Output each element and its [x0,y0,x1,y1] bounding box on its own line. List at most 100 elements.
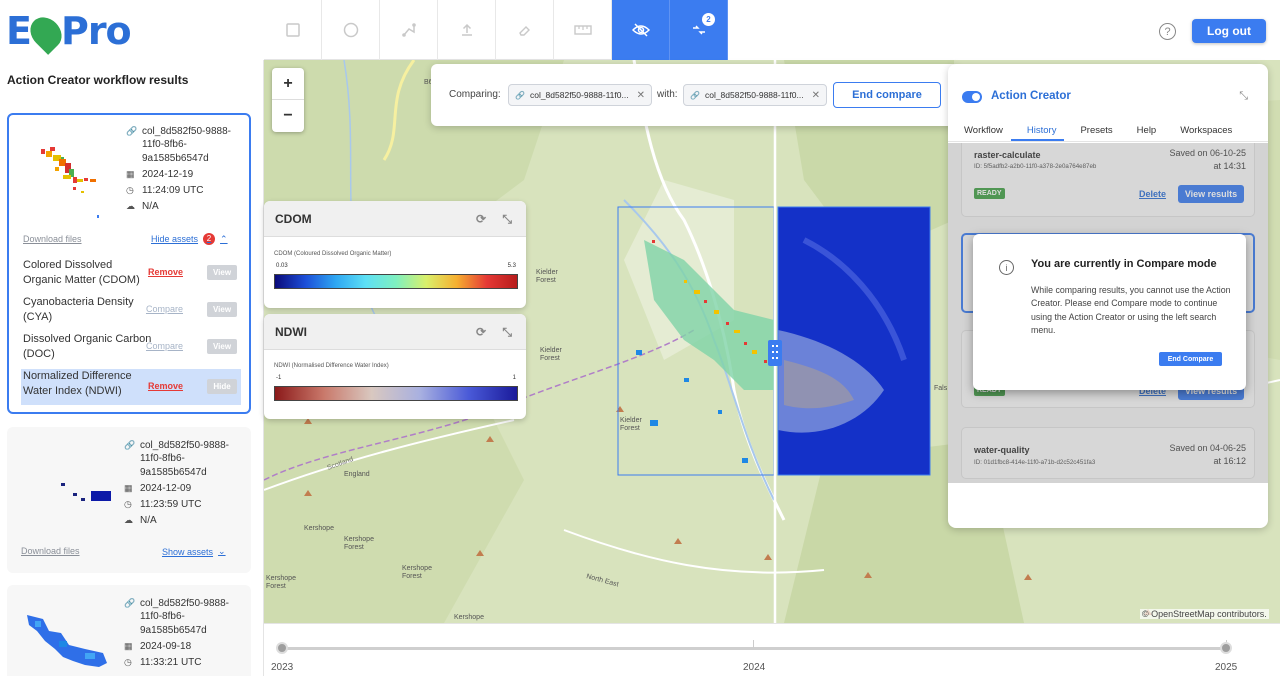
logo-letter-e: E [6,9,32,53]
chevron-down-icon: ⌄ [218,546,226,556]
end-compare-button[interactable]: End compare [833,82,941,108]
legend-header: CDOM ⟳ ⤡ [264,201,526,237]
result-metadata: 🔗 col_8d582f50-9888- 11f0-8fb6- 9a1585b6… [124,597,229,672]
draw-polyline-tool[interactable] [380,0,438,60]
download-files-link[interactable]: Download files [23,234,82,244]
result-card[interactable]: 🔗 col_8d582f50-9888- 11f0-8fb6- 9a1585b6… [7,113,251,414]
result-metadata: 🔗 col_8d582f50-9888- 11f0-8fb6- 9a1585b6… [126,125,231,217]
tab-workflow[interactable]: Workflow [948,122,1011,141]
asset-row-cdom[interactable]: Colored Dissolved Organic Matter (CDOM) … [21,258,241,294]
zoom-in-button[interactable]: + [272,68,304,100]
calendar-icon: ▦ [126,168,135,179]
tab-history[interactable]: History [1010,122,1065,141]
asset-row-doc[interactable]: Dissolved Organic Carbon (DOC) Compare V… [21,332,241,368]
cdom-color-ramp [274,274,518,289]
download-files-link[interactable]: Download files [21,546,80,556]
action-creator-title: Action Creator [991,90,1071,102]
upload-tool[interactable] [438,0,496,60]
cloud-icon: ☁ [124,515,133,526]
polyline-icon [401,23,416,37]
map-label-town: Fals [934,385,948,392]
view-asset-button[interactable]: View [207,265,237,280]
link-icon: 🔗 [515,90,525,100]
remove-asset-button[interactable]: Remove [148,267,183,277]
tab-presets[interactable]: Presets [1064,122,1120,141]
left-compare-chip-label: col_8d582f50-9888-11f0... [529,90,629,100]
draw-circle-tool[interactable] [322,0,380,60]
eraser-tool[interactable] [496,0,554,60]
action-creator-toggle[interactable] [962,91,982,103]
compare-asset-button[interactable]: Compare [146,304,183,314]
result-card[interactable]: 🔗 col_8d582f50-9888- 11f0-8fb6- 9a1585b6… [7,585,251,676]
timeline-year: 2025 [1215,662,1238,673]
timeline-end-handle[interactable] [1220,642,1232,654]
help-icon[interactable]: ? [1159,23,1176,40]
result-id-line: 11f0-8fb6- [140,453,185,465]
square-icon [285,23,300,37]
asset-label: Normalized Difference Water Index (NDWI) [23,370,132,397]
zoom-out-button[interactable]: − [272,100,304,132]
hide-asset-button[interactable]: Hide [207,379,237,394]
left-compare-chip[interactable]: 🔗 col_8d582f50-9888-11f0... ✕ [508,84,652,106]
svg-text:Forest: Forest [344,544,364,551]
collapse-icon[interactable]: ⤡ [502,212,512,227]
result-cloud-cover: N/A [142,201,159,213]
asset-label: Colored Dissolved Organic Matter (CDOM) [23,259,140,286]
compare-asset-button[interactable]: Compare [146,341,183,351]
asset-row-ndwi[interactable]: Normalized Difference Water Index (NDWI)… [21,369,241,405]
tab-workspaces[interactable]: Workspaces [1164,122,1240,141]
timeline: 2023 2024 2025 [264,623,1280,676]
result-id-line: 11f0-8fb6- [142,139,187,151]
assets-toggle-label: Show assets [162,546,214,557]
remove-asset-button[interactable]: Remove [148,381,183,391]
end-compare-dialog-button[interactable]: End Compare [1159,352,1222,366]
compare-mode-dialog: i You are currently in Compare mode Whil… [973,234,1246,390]
map-label-country: England [344,471,370,478]
close-icon[interactable]: ✕ [637,90,645,101]
right-compare-chip[interactable]: 🔗 col_8d582f50-9888-11f0... ✕ [683,84,827,106]
refresh-icon[interactable]: ⟳ [476,325,486,339]
map-attribution[interactable]: © OpenStreetMap contributors. [1140,609,1269,619]
logout-button[interactable]: Log out [1192,19,1266,43]
view-asset-button[interactable]: View [207,302,237,317]
cloud-icon: ☁ [126,201,135,212]
compare-tool[interactable]: 2 [670,0,728,60]
result-cloud-cover: N/A [140,515,157,527]
show-assets-link[interactable]: Show assets ⌄ [162,546,226,557]
result-thumbnail [27,615,107,667]
timeline-track[interactable] [282,647,1228,650]
measure-tool[interactable] [554,0,612,60]
hide-assets-link[interactable]: Hide assets 2 ⌃ [151,233,228,245]
result-id-line: 9a1585b6547d [140,466,207,478]
collapse-icon[interactable]: ⤡ [502,325,512,340]
compare-icon [692,25,705,35]
result-id-line: col_8d582f50-9888- [140,598,229,609]
legend-header: NDWI ⟳ ⤡ [264,314,526,350]
map-label-town: Kershope [304,525,334,532]
collapse-icon[interactable]: ⤡ [1239,90,1248,103]
eraser-icon [518,26,530,36]
timeline-start-handle[interactable] [276,642,288,654]
comparing-label: Comparing: [449,89,501,100]
visibility-toggle[interactable] [612,0,670,60]
result-time: 11:24:09 UTC [142,185,204,197]
close-icon[interactable]: ✕ [812,90,820,101]
view-asset-button[interactable]: View [207,339,237,354]
results-sidebar: Action Creator workflow results 🔗 col_8d… [0,60,264,676]
result-id-line: 9a1585b6547d [140,624,207,636]
draw-square-tool[interactable] [264,0,322,60]
with-label: with: [657,89,678,100]
result-card[interactable]: 🔗 col_8d582f50-9888- 11f0-8fb6- 9a1585b6… [7,427,251,573]
svg-text:Forest: Forest [266,583,286,590]
result-thumbnail [61,483,111,501]
app-logo[interactable]: E Pro [6,8,132,55]
clock-icon: ◷ [124,657,132,668]
asset-row-cya[interactable]: Cyanobacteria Density (CYA) Compare View [21,295,241,331]
map-label-forest: Kielder [540,347,562,354]
result-id-line: col_8d582f50-9888- [140,440,229,451]
link-icon: 🔗 [124,598,136,608]
legend-max: 5.3 [507,263,516,269]
tab-help[interactable]: Help [1121,122,1165,141]
result-date: 2024-12-19 [142,168,194,180]
refresh-icon[interactable]: ⟳ [476,212,486,226]
